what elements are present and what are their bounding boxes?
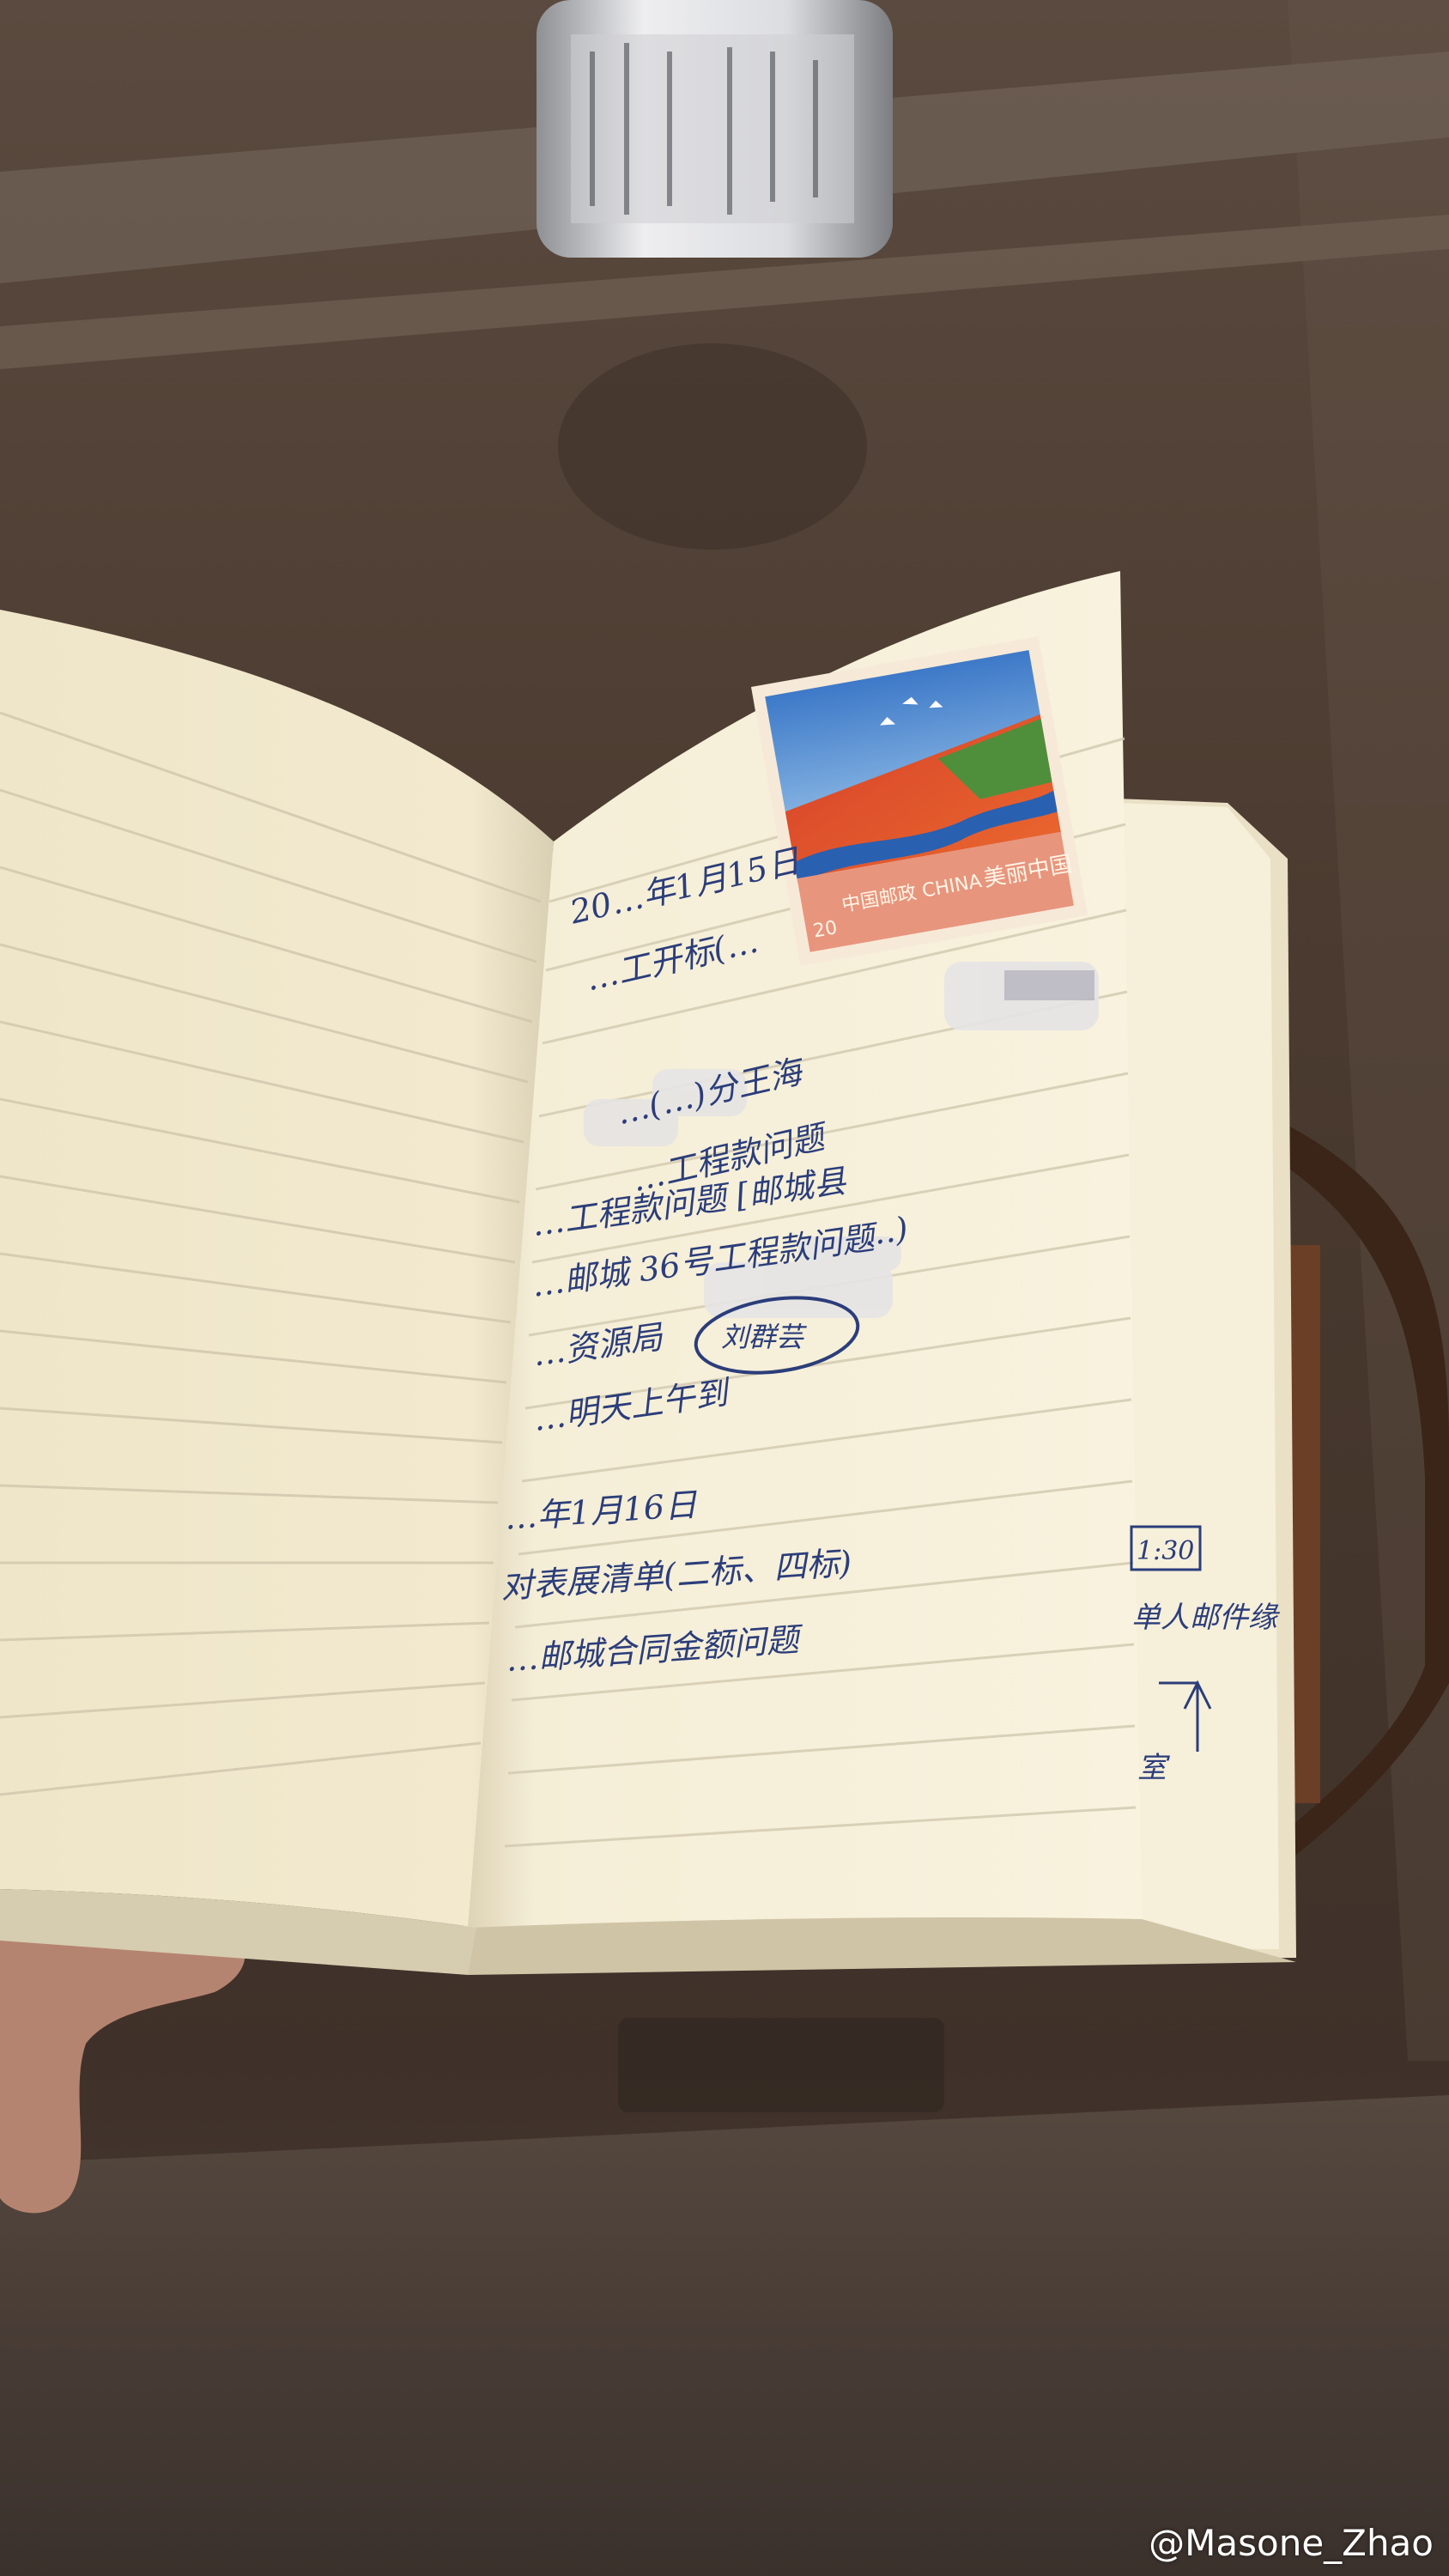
note-line-10: 刘群芸	[721, 1321, 807, 1353]
stamp-denomination: 20	[811, 917, 839, 942]
scene-graphic: 20 中国邮政 CHINA 美丽中国 20…年1月15日 …工开标(… …(…)…	[0, 0, 1449, 2576]
note-line-7: …)	[860, 1210, 910, 1254]
left-page	[0, 610, 554, 1928]
side-arrow-label: 室	[1137, 1751, 1171, 1785]
side-box-label: 1:30	[1137, 1536, 1194, 1566]
postage-stamp: 20 中国邮政 CHINA 美丽中国	[751, 635, 1088, 966]
watermark: @Masone_Zhao	[1149, 2522, 1434, 2564]
floor	[0, 2095, 1449, 2576]
photo-scene: 20 中国邮政 CHINA 美丽中国 20…年1月15日 …工开标(… …(…)…	[0, 0, 1449, 2576]
side-text: 单人邮件缘	[1131, 1601, 1281, 1635]
